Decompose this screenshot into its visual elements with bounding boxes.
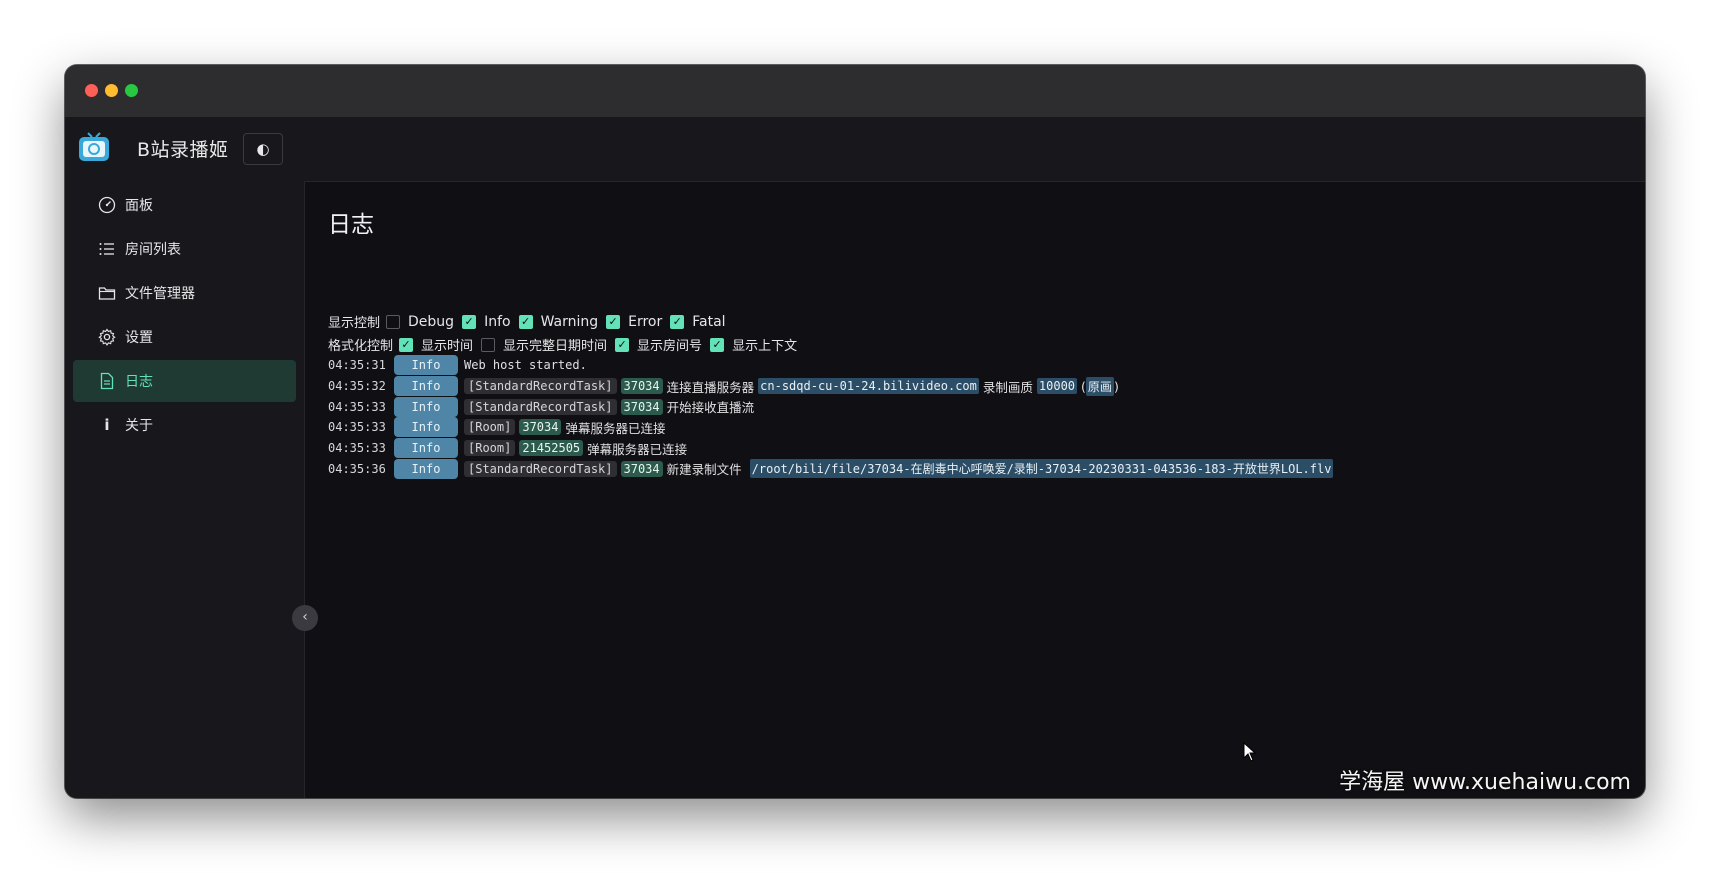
main-content: 日志 显示控制 Debug Info Warning Error Fatal 格… <box>305 181 1645 798</box>
log-entry: 04:35:32 Info [StandardRecordTask] 37034… <box>328 376 1337 397</box>
sidebar: 面板 房间列表 文件管理器 设置 日志 i 关于 ‹ <box>65 181 318 798</box>
log-context-tag: [StandardRecordTask] <box>464 378 617 395</box>
title-bar <box>65 65 1645 117</box>
sidebar-item-rooms[interactable]: 房间列表 <box>73 228 296 270</box>
display-control-label: 显示控制 <box>328 316 381 331</box>
sidebar-item-label: 文件管理器 <box>125 286 195 302</box>
format-control-row: 格式化控制 显示时间 显示完整日期时间 显示房间号 显示上下文 <box>328 335 805 354</box>
log-level-badge: Info <box>394 438 458 459</box>
show-context-checkbox[interactable] <box>710 337 725 352</box>
log-list: 04:35:31 Info Web host started. 04:35:32… <box>328 355 1337 479</box>
sidebar-item-label: 日志 <box>125 374 153 390</box>
minimize-window-button[interactable] <box>105 84 118 97</box>
debug-checkbox-label[interactable]: Debug <box>408 314 454 330</box>
log-entry: 04:35:33 Info [Room] 21452505 弹幕服务器已连接 <box>328 438 1337 459</box>
show-room-id-checkbox[interactable] <box>615 337 630 352</box>
show-room-id-checkbox-label[interactable]: 显示房间号 <box>637 335 702 354</box>
app-header: B站录播姬 ◐ <box>65 117 1645 182</box>
debug-checkbox[interactable] <box>386 314 401 329</box>
log-time: 04:35:31 <box>328 358 386 373</box>
app-window: B站录播姬 ◐ 面板 房间列表 文件管理器 设置 日志 i 关于 ‹ 日志 显示… <box>65 65 1645 798</box>
info-icon: i <box>104 416 110 434</box>
gear-icon <box>97 327 117 347</box>
sidebar-item-label: 设置 <box>125 330 153 346</box>
sidebar-item-label: 关于 <box>125 418 153 434</box>
log-time: 04:35:32 <box>328 379 386 394</box>
log-message: 录制画质 <box>982 379 1033 395</box>
log-host: cn-sdqd-cu-01-24.bilivideo.com <box>758 378 979 395</box>
log-time: 04:35:36 <box>328 461 386 476</box>
theme-toggle-button[interactable]: ◐ <box>243 133 283 165</box>
log-context-tag: [Room] <box>464 440 516 457</box>
app-logo-icon <box>79 132 109 161</box>
sidebar-item-files[interactable]: 文件管理器 <box>73 272 296 314</box>
log-time: 04:35:33 <box>328 441 386 456</box>
show-time-checkbox-label[interactable]: 显示时间 <box>421 335 473 354</box>
close-window-button[interactable] <box>85 84 98 97</box>
log-time: 04:35:33 <box>328 399 386 414</box>
fatal-checkbox[interactable] <box>670 314 685 329</box>
log-message: 弹幕服务器已连接 <box>587 441 688 457</box>
sidebar-item-label: 面板 <box>125 198 153 214</box>
log-room-id: 37034 <box>620 460 663 477</box>
sidebar-item-logs[interactable]: 日志 <box>73 360 296 402</box>
format-control-label: 格式化控制 <box>328 339 394 354</box>
log-entry: 04:35:31 Info Web host started. <box>328 355 1337 376</box>
log-level-badge: Info <box>394 417 458 438</box>
log-room-id: 37034 <box>620 378 663 395</box>
app-title: B站录播姬 <box>137 139 229 161</box>
list-icon <box>97 239 117 259</box>
log-time: 04:35:33 <box>328 420 386 435</box>
display-control-row: 显示控制 Debug Info Warning Error Fatal <box>328 312 734 332</box>
show-context-checkbox-label[interactable]: 显示上下文 <box>732 335 797 354</box>
log-room-id: 37034 <box>519 419 562 436</box>
error-checkbox-label[interactable]: Error <box>628 314 662 330</box>
log-context-tag: [Room] <box>464 419 516 436</box>
log-entry: 04:35:36 Info [StandardRecordTask] 37034… <box>328 458 1337 479</box>
document-icon <box>97 371 117 391</box>
log-message: 新建录制文件 <box>666 462 742 478</box>
mouse-cursor-icon <box>1243 742 1257 762</box>
warning-checkbox-label[interactable]: Warning <box>541 314 599 330</box>
log-level-badge: Info <box>394 355 458 376</box>
show-full-datetime-checkbox-label[interactable]: 显示完整日期时间 <box>503 335 607 354</box>
info-checkbox-label[interactable]: Info <box>484 314 511 330</box>
log-file-path: /root/bili/file/37034-在剧毒中心呼唤爱/录制-37034-… <box>749 459 1334 479</box>
fatal-checkbox-label[interactable]: Fatal <box>692 314 725 330</box>
warning-checkbox[interactable] <box>518 314 533 329</box>
error-checkbox[interactable] <box>606 314 621 329</box>
log-level-badge: Info <box>394 396 458 417</box>
log-quality-name: 原画 <box>1085 376 1114 396</box>
log-message: 连接直播服务器 <box>666 379 755 395</box>
log-message: 开始接收直播流 <box>666 400 755 416</box>
watermark: 学海屋 www.xuehaiwu.com <box>1339 770 1631 795</box>
maximize-window-button[interactable] <box>125 84 138 97</box>
sidebar-item-label: 房间列表 <box>125 242 181 258</box>
log-room-id: 21452505 <box>519 440 584 457</box>
show-time-checkbox[interactable] <box>399 337 414 352</box>
sidebar-item-dashboard[interactable]: 面板 <box>73 184 296 226</box>
log-entry: 04:35:33 Info [Room] 37034 弹幕服务器已连接 <box>328 417 1337 438</box>
dashboard-icon <box>97 195 117 215</box>
info-checkbox[interactable] <box>462 314 477 329</box>
log-quality: 10000 <box>1036 378 1078 395</box>
log-level-badge: Info <box>394 458 458 479</box>
log-message: Web host started. <box>464 358 587 373</box>
log-message: 弹幕服务器已连接 <box>565 420 666 436</box>
show-full-datetime-checkbox[interactable] <box>481 337 496 352</box>
log-level-badge: Info <box>394 376 458 397</box>
log-room-id: 37034 <box>620 398 663 415</box>
log-context-tag: [StandardRecordTask] <box>464 398 617 415</box>
log-context-tag: [StandardRecordTask] <box>464 460 617 477</box>
folder-icon <box>97 283 117 303</box>
page-title: 日志 <box>328 212 374 238</box>
sidebar-item-settings[interactable]: 设置 <box>73 316 296 358</box>
sidebar-item-about[interactable]: i 关于 <box>73 404 296 446</box>
log-entry: 04:35:33 Info [StandardRecordTask] 37034… <box>328 396 1337 417</box>
